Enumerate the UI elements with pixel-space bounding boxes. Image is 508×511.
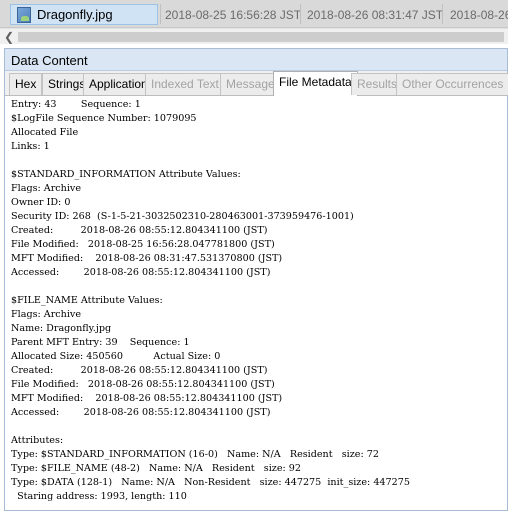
file-metadata-content[interactable]: Entry: 43 Sequence: 1 $LogFile Sequence N…: [5, 96, 507, 510]
metadata-line: Created: 2018-08-26 08:55:12.804341100 (…: [11, 365, 268, 376]
panel-title: Data Content: [11, 53, 88, 68]
metadata-line: Accessed: 2018-08-26 08:55:12.804341100 …: [11, 267, 271, 278]
tab-hex[interactable]: Hex: [9, 73, 43, 95]
tab-bar: Hex Strings Application Indexed Text Mes…: [5, 71, 508, 96]
metadata-line: Owner ID: 0: [11, 197, 71, 208]
metadata-line: Flags: Archive: [11, 309, 82, 320]
metadata-line: Attributes:: [11, 435, 64, 446]
tab-indexed-text[interactable]: Indexed Text: [145, 73, 225, 95]
metadata-line: Type: $DATA (128-1) Name: N/A Non-Reside…: [11, 477, 410, 488]
file-list-row[interactable]: Dragonfly.jpg 2018-08-25 16:56:28 JST 20…: [0, 0, 508, 28]
metadata-line: Staring address: 1993, length: 110: [11, 491, 187, 502]
metadata-line: Type: $STANDARD_INFORMATION (16-0) Name:…: [11, 449, 379, 460]
metadata-line: Allocated Size: 450560 Actual Size: 0: [11, 351, 221, 362]
metadata-line: File Modified: 2018-08-26 08:55:12.80434…: [11, 379, 275, 390]
metadata-line: Allocated File: [11, 127, 79, 138]
tab-file-metadata[interactable]: File Metadata: [273, 71, 358, 96]
metadata-line: Type: $FILE_NAME (48-2) Name: N/A Reside…: [11, 463, 302, 474]
metadata-line: $STANDARD_INFORMATION Attribute Values:: [11, 169, 241, 180]
tab-application[interactable]: Application: [83, 73, 154, 95]
image-file-icon: [17, 6, 31, 23]
panel-header: Data Content: [5, 49, 507, 71]
metadata-line: Created: 2018-08-26 08:55:12.804341100 (…: [11, 225, 268, 236]
file-date-accessed: 2018-08-26: [450, 8, 508, 22]
scrollbar-thumb[interactable]: [18, 32, 504, 42]
metadata-line: Parent MFT Entry: 39 Sequence: 1: [11, 337, 190, 348]
column-separator: [300, 4, 301, 24]
metadata-line: $LogFile Sequence Number: 1079095: [11, 113, 197, 124]
scroll-left-icon[interactable]: ❮: [2, 29, 16, 45]
column-separator: [160, 4, 161, 24]
file-name: Dragonfly.jpg: [37, 7, 113, 22]
metadata-line: MFT Modified: 2018-08-26 08:31:47.531370…: [11, 253, 283, 264]
metadata-line: Links: 1: [11, 141, 50, 152]
metadata-line: MFT Modified: 2018-08-26 08:55:12.804341…: [11, 393, 283, 404]
metadata-line: Entry: 43 Sequence: 1: [11, 99, 141, 110]
metadata-line: Accessed: 2018-08-26 08:55:12.804341100 …: [11, 407, 271, 418]
tab-message[interactable]: Message: [220, 73, 281, 95]
tab-other-occurrences[interactable]: Other Occurrences: [396, 73, 508, 95]
metadata-line: Name: Dragonfly.jpg: [11, 323, 112, 334]
file-date-changed: 2018-08-26 08:31:47 JST: [307, 8, 444, 22]
horizontal-scrollbar[interactable]: ❮: [0, 28, 508, 44]
metadata-line: Security ID: 268 (S-1-5-21-3032502310-28…: [11, 211, 354, 222]
metadata-line: Flags: Archive: [11, 183, 82, 194]
metadata-line: File Modified: 2018-08-25 16:56:28.04778…: [11, 239, 275, 250]
column-separator: [442, 4, 443, 24]
data-content-panel: Data Content Hex Strings Application Ind…: [4, 48, 508, 511]
file-name-cell[interactable]: Dragonfly.jpg: [10, 4, 158, 25]
metadata-line: $FILE_NAME Attribute Values:: [11, 295, 163, 306]
file-date-modified: 2018-08-25 16:56:28 JST: [165, 8, 302, 22]
